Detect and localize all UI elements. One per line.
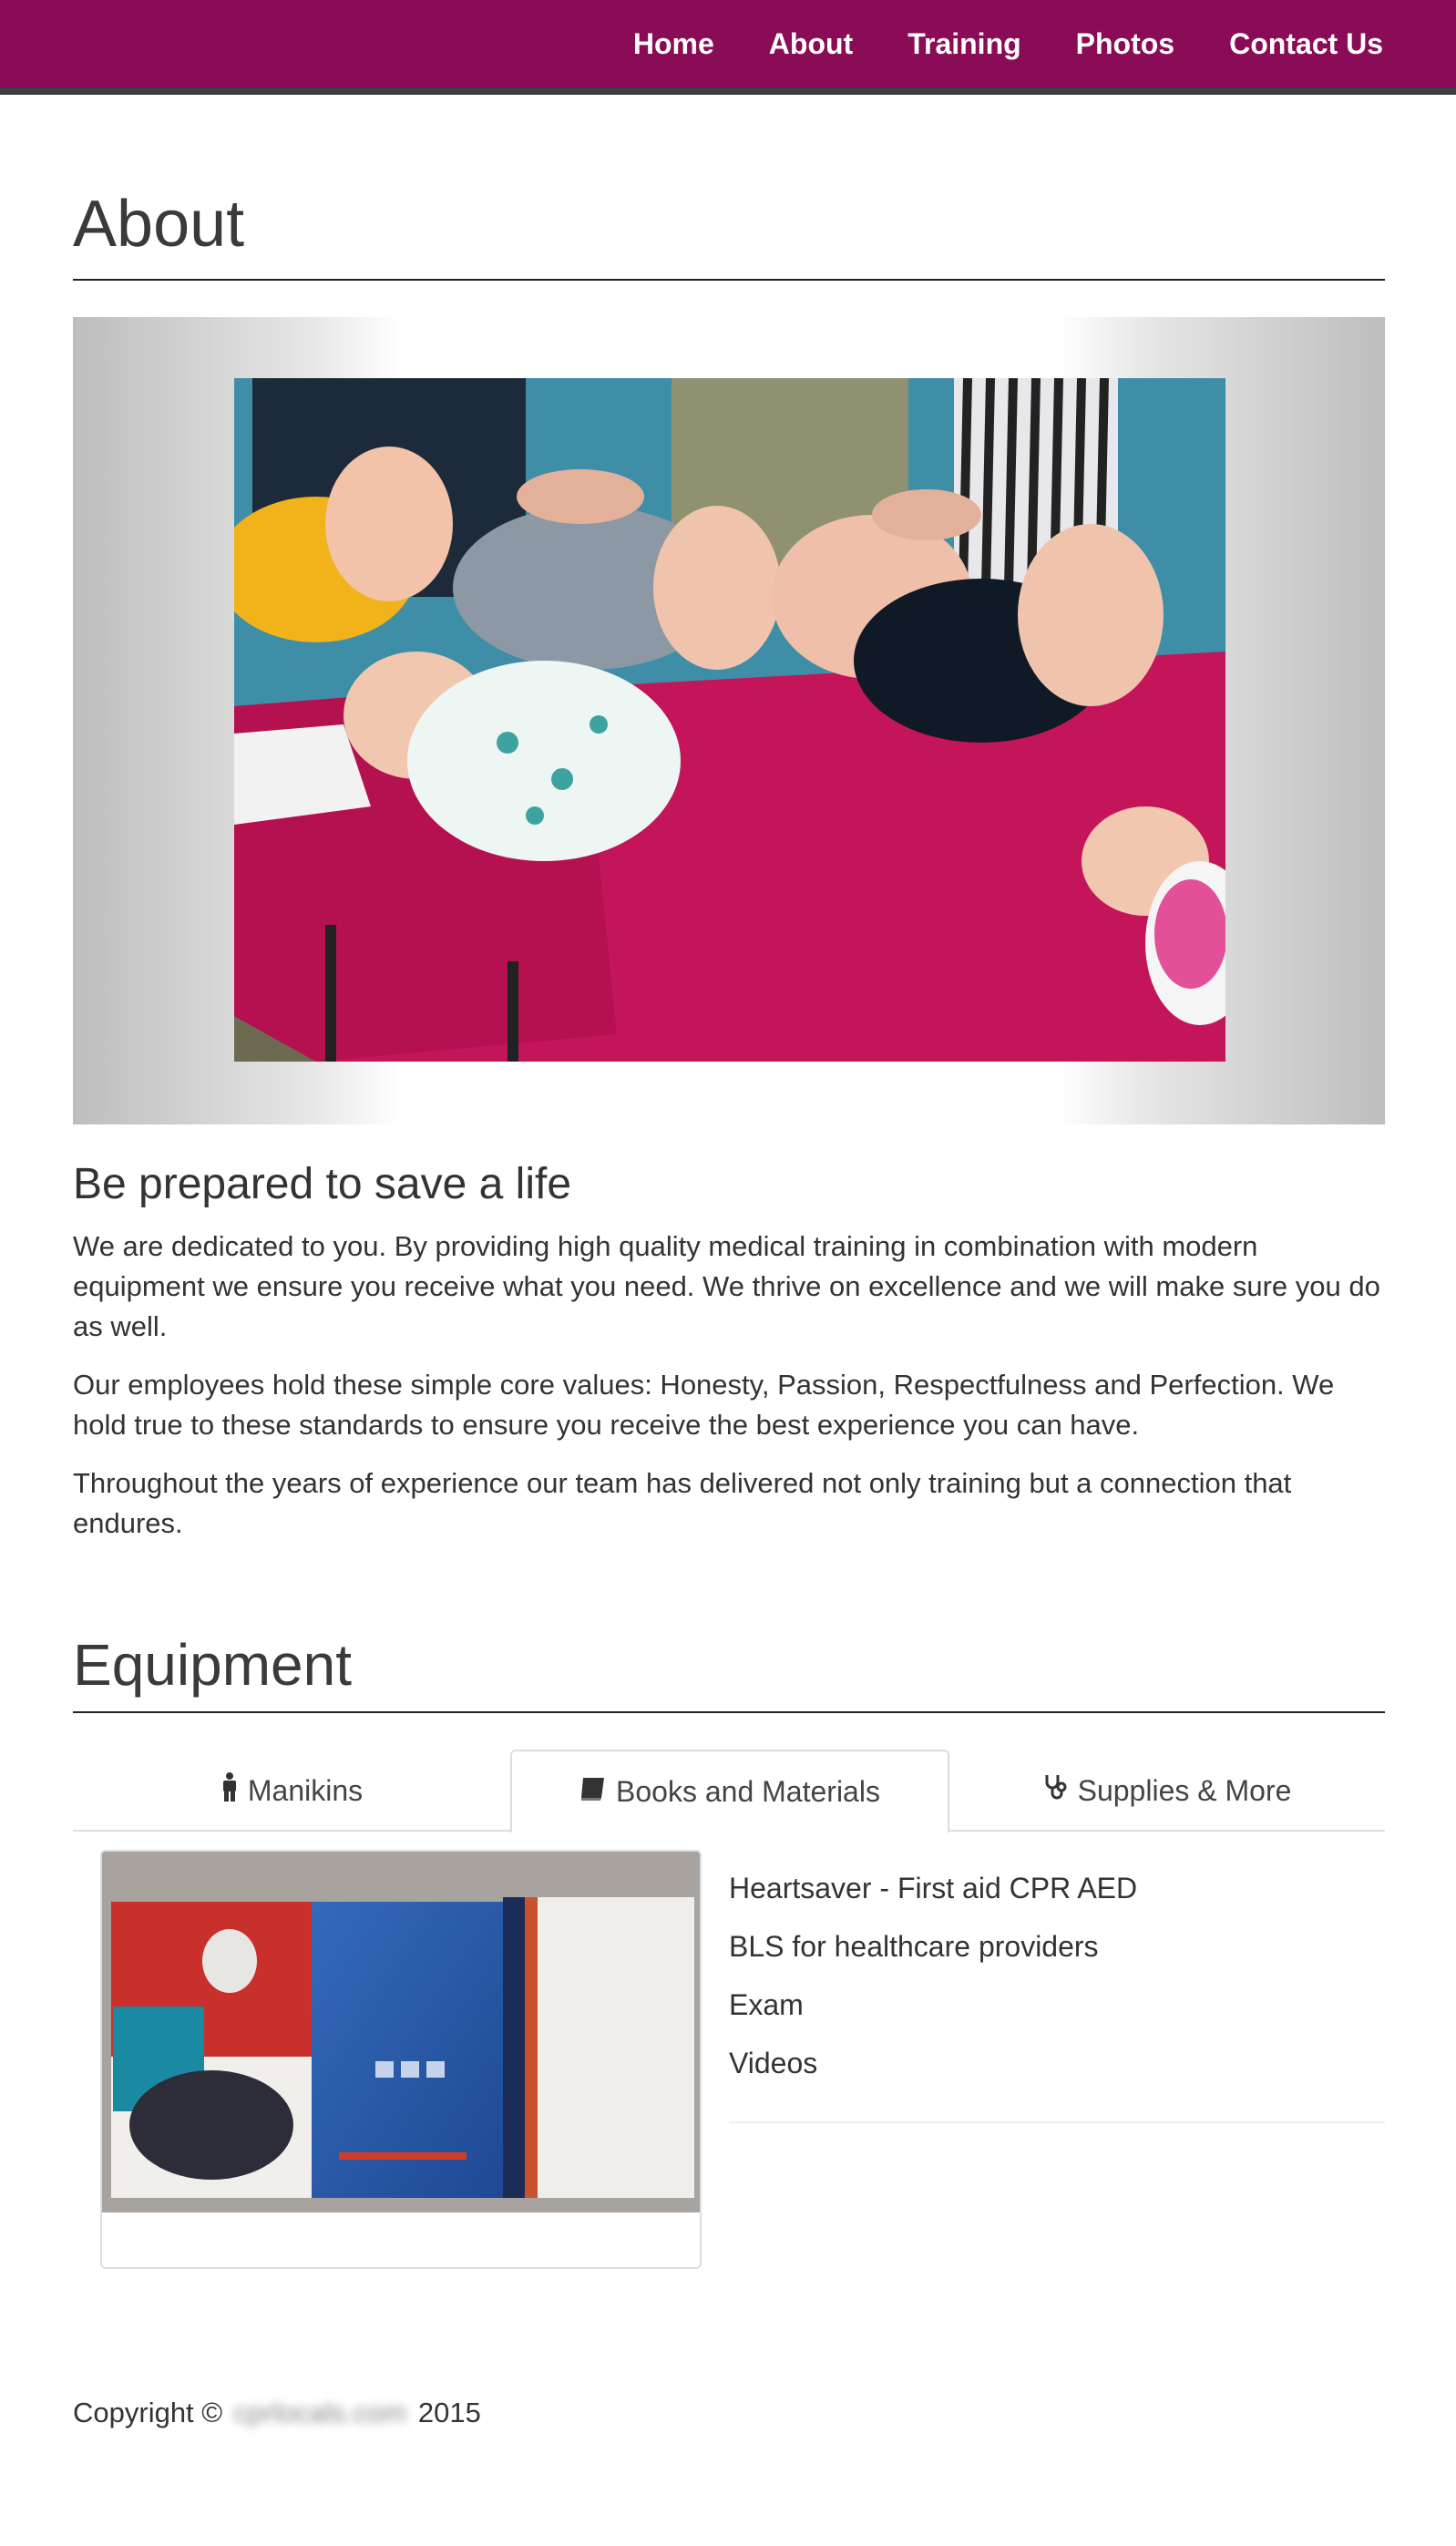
about-paragraph: Throughout the years of experience our t… bbox=[73, 1467, 1292, 1539]
hero-banner bbox=[73, 317, 1385, 1124]
tab-books-and-materials[interactable]: Books and Materials bbox=[510, 1750, 949, 1833]
materials-divider bbox=[729, 2121, 1385, 2123]
footer-copyright: Copyright © cprlocals.com 2015 bbox=[73, 2397, 481, 2429]
about-subheading: Be prepared to save a life bbox=[73, 1160, 572, 1208]
stethoscope-icon bbox=[1043, 1773, 1069, 1808]
top-navbar: Home About Training Photos Contact Us bbox=[0, 0, 1456, 95]
list-item: Heartsaver - First aid CPR AED bbox=[729, 1872, 1138, 1904]
list-item: Exam bbox=[729, 1988, 804, 2021]
about-paragraph: We are dedicated to you. By providing hi… bbox=[73, 1230, 1380, 1342]
site-name: cprlocals.com bbox=[233, 2397, 407, 2428]
nav-home-link[interactable]: Home bbox=[633, 27, 714, 61]
tab-label: Manikins bbox=[247, 1773, 364, 1807]
copyright-year: 2015 bbox=[417, 2397, 481, 2428]
tab-manikins[interactable]: Manikins bbox=[73, 1750, 510, 1832]
nav-menu: Home About Training Photos Contact Us bbox=[579, 0, 1383, 87]
book-icon bbox=[579, 1775, 607, 1809]
person-icon bbox=[220, 1772, 239, 1809]
equipment-tabs: Manikins Books and Materials Supplies & … bbox=[73, 1750, 1385, 1833]
tab-supplies-and-more[interactable]: Supplies & More bbox=[949, 1750, 1385, 1832]
copyright-prefix: Copyright © bbox=[73, 2397, 223, 2428]
list-item: BLS for healthcare providers bbox=[729, 1930, 1099, 1963]
nav-about-link[interactable]: About bbox=[769, 27, 853, 61]
tab-label: Books and Materials bbox=[616, 1774, 880, 1808]
about-divider bbox=[73, 279, 1385, 281]
about-paragraph: Our employees hold these simple core val… bbox=[73, 1369, 1335, 1441]
nav-training-link[interactable]: Training bbox=[907, 27, 1020, 61]
equipment-divider bbox=[73, 1711, 1385, 1713]
equipment-title: Equipment bbox=[73, 1632, 352, 1698]
cpr-manikins-photo bbox=[234, 378, 1225, 1062]
books-photo bbox=[102, 1852, 700, 2212]
nav-contact-link[interactable]: Contact Us bbox=[1229, 27, 1383, 61]
materials-list: Heartsaver - First aid CPR AED BLS for h… bbox=[729, 1868, 1385, 2101]
about-title: About bbox=[73, 188, 245, 261]
materials-thumbnail bbox=[100, 1850, 702, 2269]
list-item: Videos bbox=[729, 2047, 818, 2079]
tab-label: Supplies & More bbox=[1077, 1773, 1292, 1807]
nav-photos-link[interactable]: Photos bbox=[1076, 27, 1174, 61]
